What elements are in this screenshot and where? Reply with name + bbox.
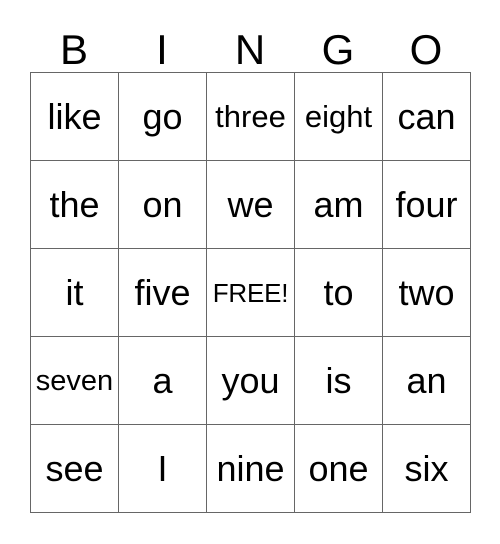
bingo-cell-n4[interactable]: you bbox=[207, 337, 295, 425]
bingo-cell-g1[interactable]: eight bbox=[295, 73, 383, 161]
bingo-header-letter-o: O bbox=[409, 26, 443, 73]
bingo-row-4: seven a you is an bbox=[31, 337, 471, 425]
bingo-cell-i1[interactable]: go bbox=[119, 73, 207, 161]
bingo-cell-text: is bbox=[325, 359, 352, 401]
bingo-cell-text: go bbox=[142, 95, 183, 137]
bingo-cell-free-space[interactable]: FREE! bbox=[207, 249, 295, 337]
bingo-cell-o3[interactable]: two bbox=[383, 249, 471, 337]
bingo-cell-g4[interactable]: is bbox=[295, 337, 383, 425]
bingo-row-1: like go three eight can bbox=[31, 73, 471, 161]
bingo-cell-text: four bbox=[395, 183, 458, 225]
bingo-cell-text: an bbox=[406, 359, 447, 401]
bingo-cell-o4[interactable]: an bbox=[383, 337, 471, 425]
bingo-cell-text: see bbox=[45, 447, 104, 489]
bingo-row-3: it five FREE! to two bbox=[31, 249, 471, 337]
bingo-header-letter-g: G bbox=[321, 26, 355, 73]
bingo-cell-text: one bbox=[308, 447, 369, 489]
bingo-cell-text: seven bbox=[35, 364, 114, 397]
bingo-cell-text: six bbox=[404, 447, 449, 489]
bingo-cell-text: to bbox=[323, 271, 354, 313]
bingo-cell-text: five bbox=[134, 271, 191, 313]
bingo-cell-text: it bbox=[65, 271, 84, 313]
bingo-cell-g3[interactable]: to bbox=[295, 249, 383, 337]
bingo-cell-text: on bbox=[142, 183, 183, 225]
bingo-cell-b3[interactable]: it bbox=[31, 249, 119, 337]
bingo-cell-text: a bbox=[152, 359, 173, 401]
bingo-free-space-text: FREE! bbox=[212, 277, 289, 308]
bingo-cell-n1[interactable]: three bbox=[207, 73, 295, 161]
bingo-row-2: the on we am four bbox=[31, 161, 471, 249]
bingo-cell-text: nine bbox=[216, 447, 285, 489]
bingo-cell-text: can bbox=[397, 95, 456, 137]
bingo-cell-text: eight bbox=[304, 98, 373, 134]
bingo-header-letter-b: B bbox=[59, 26, 88, 73]
bingo-cell-i5[interactable]: I bbox=[119, 425, 207, 513]
bingo-cell-text: like bbox=[47, 95, 102, 137]
bingo-cell-text: am bbox=[313, 183, 364, 225]
bingo-header-letter-i: I bbox=[156, 26, 168, 73]
bingo-cell-text: the bbox=[49, 183, 100, 225]
bingo-cell-b4[interactable]: seven bbox=[31, 337, 119, 425]
bingo-cell-b5[interactable]: see bbox=[31, 425, 119, 513]
bingo-cell-b2[interactable]: the bbox=[31, 161, 119, 249]
bingo-cell-i4[interactable]: a bbox=[119, 337, 207, 425]
bingo-header-letter-n: N bbox=[234, 26, 266, 73]
bingo-cell-i2[interactable]: on bbox=[119, 161, 207, 249]
bingo-cell-g2[interactable]: am bbox=[295, 161, 383, 249]
bingo-cell-text: I bbox=[157, 447, 168, 489]
bingo-cell-text: three bbox=[215, 98, 286, 134]
bingo-header-row: B I N G O bbox=[30, 10, 470, 72]
bingo-cell-o1[interactable]: can bbox=[383, 73, 471, 161]
bingo-cell-g5[interactable]: one bbox=[295, 425, 383, 513]
bingo-cell-text: you bbox=[221, 359, 280, 401]
bingo-cell-o2[interactable]: four bbox=[383, 161, 471, 249]
bingo-cell-text: we bbox=[227, 183, 274, 225]
bingo-cell-o5[interactable]: six bbox=[383, 425, 471, 513]
bingo-cell-b1[interactable]: like bbox=[31, 73, 119, 161]
bingo-card: B I N G O like go three eight can the on… bbox=[30, 10, 471, 513]
bingo-row-5: see I nine one six bbox=[31, 425, 471, 513]
bingo-grid: like go three eight can the on we am fou… bbox=[30, 72, 471, 513]
bingo-cell-i3[interactable]: five bbox=[119, 249, 207, 337]
bingo-cell-text: two bbox=[398, 271, 455, 313]
bingo-cell-n2[interactable]: we bbox=[207, 161, 295, 249]
bingo-cell-n5[interactable]: nine bbox=[207, 425, 295, 513]
